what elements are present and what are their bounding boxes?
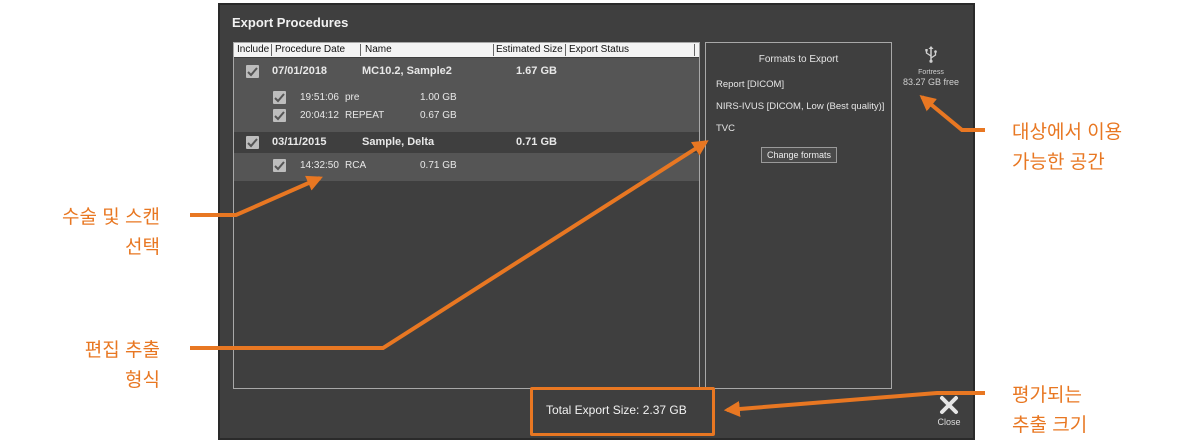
annotation-text: 대상에서 이용 bbox=[1012, 122, 1123, 143]
annotation-available-space: 대상에서 이용 가능한 공간 bbox=[1012, 118, 1122, 178]
arrow-select-procedures bbox=[190, 175, 323, 217]
annotation-text: 평가되는 bbox=[1012, 385, 1082, 406]
annotation-text: 편집 추출 bbox=[84, 340, 160, 361]
arrow-edit-formats bbox=[190, 140, 709, 350]
annotation-arrows bbox=[190, 94, 985, 417]
arrow-export-size bbox=[723, 391, 985, 417]
arrow-available-space bbox=[919, 94, 985, 132]
annotation-edit-formats: 편집 추출 형식 bbox=[8, 336, 160, 396]
annotation-text: 추출 크기 bbox=[1012, 415, 1088, 436]
annotation-text: 수술 및 스캔 bbox=[62, 207, 160, 228]
annotation-export-size: 평가되는 추출 크기 bbox=[1012, 381, 1087, 441]
annotation-text: 선택 bbox=[125, 237, 160, 258]
annotation-text: 형식 bbox=[125, 370, 160, 391]
annotation-text: 가능한 공간 bbox=[1012, 152, 1105, 173]
annotation-select-procedures: 수술 및 스캔 선택 bbox=[8, 203, 160, 263]
